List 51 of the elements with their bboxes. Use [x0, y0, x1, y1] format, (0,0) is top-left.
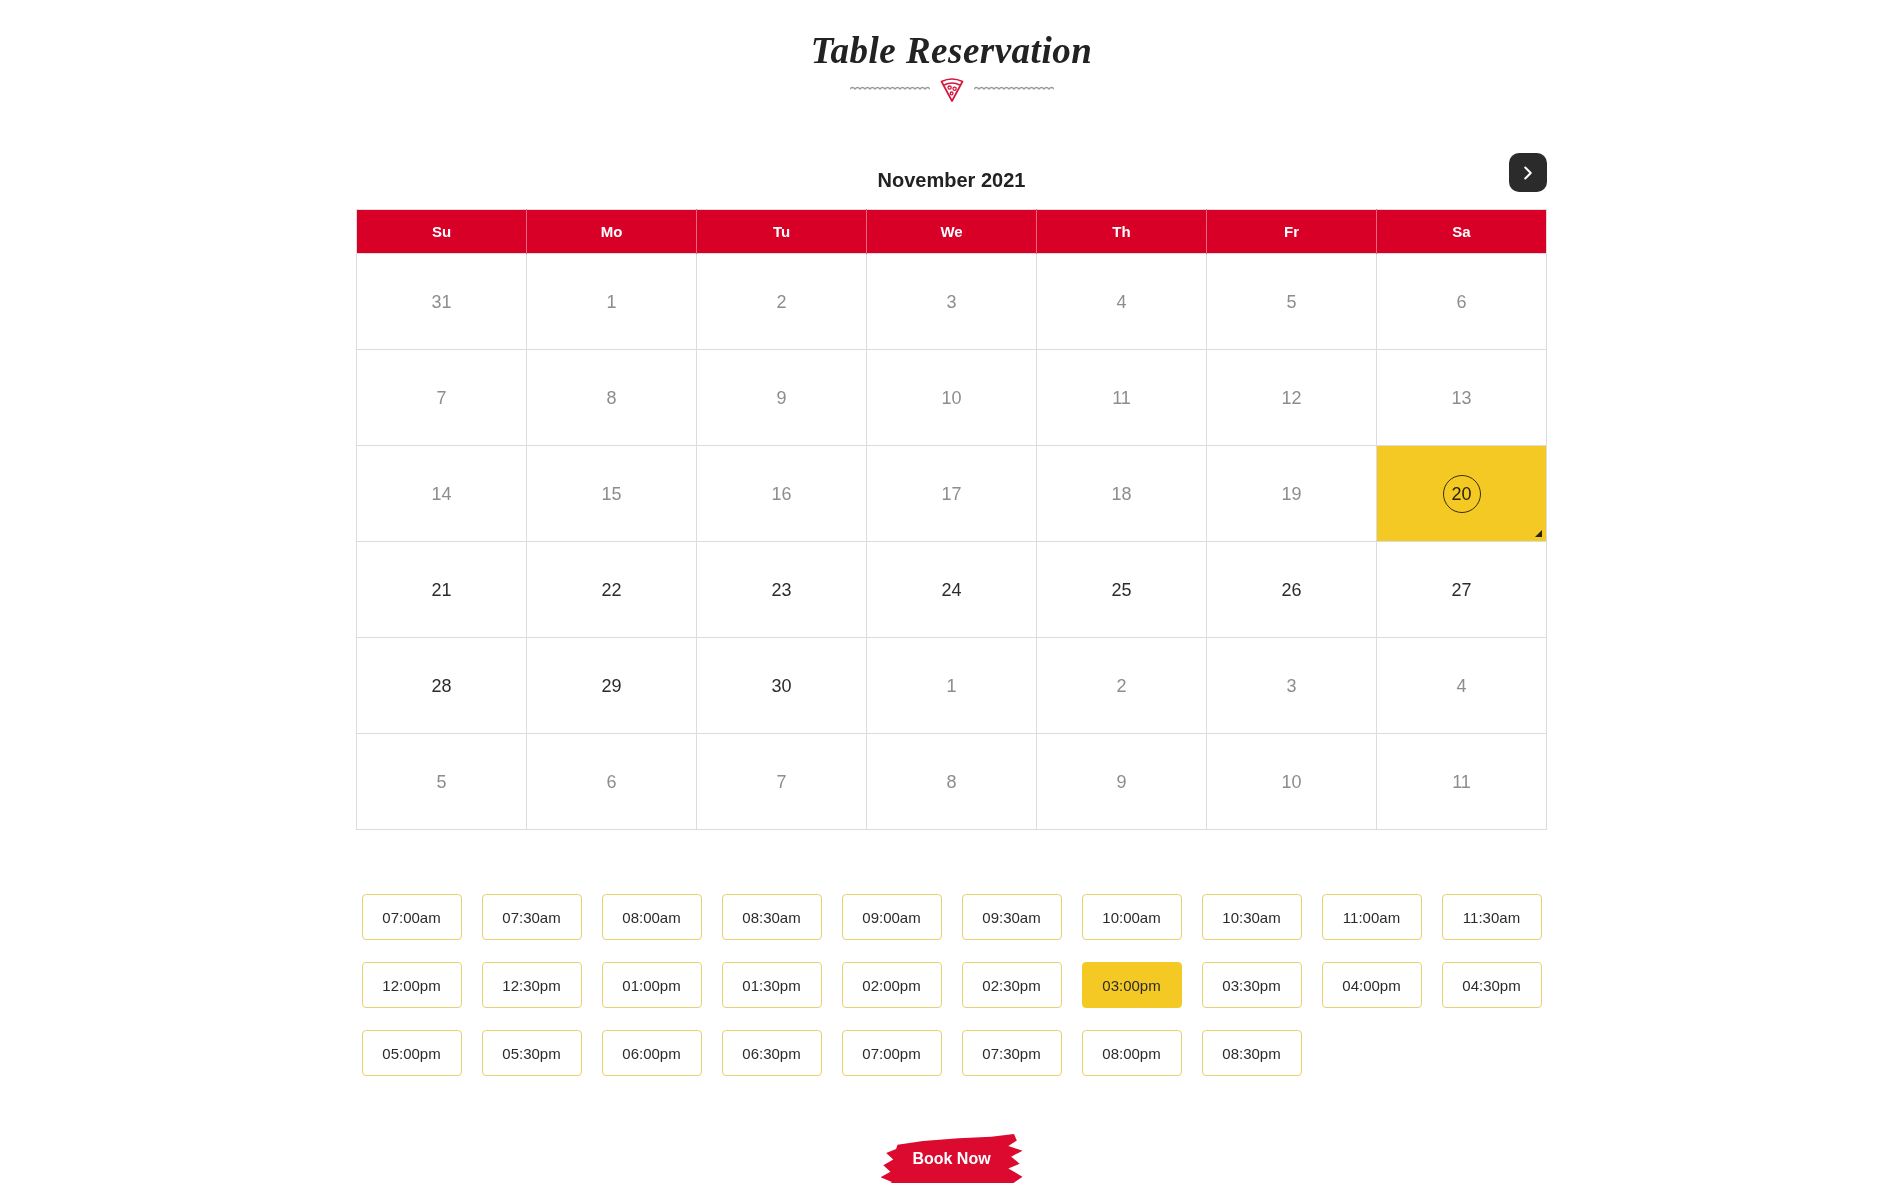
- weekday-header: Tu: [696, 209, 867, 254]
- weekday-header: Mo: [526, 209, 697, 254]
- weekday-header: We: [866, 209, 1037, 254]
- time-slot-button[interactable]: 06:30pm: [721, 1030, 822, 1076]
- time-slot-button[interactable]: 03:30pm: [1201, 962, 1302, 1008]
- weekday-header: Fr: [1206, 209, 1377, 254]
- time-slot-button[interactable]: 07:00am: [361, 894, 462, 940]
- time-slot-button[interactable]: 12:30pm: [481, 962, 582, 1008]
- time-slot-button[interactable]: 05:30pm: [481, 1030, 582, 1076]
- day-number[interactable]: 26: [1281, 578, 1302, 601]
- time-slot-button[interactable]: 05:00pm: [361, 1030, 462, 1076]
- time-slot-button[interactable]: 08:00pm: [1081, 1030, 1182, 1076]
- weekday-header: Sa: [1376, 209, 1547, 254]
- day-number[interactable]: 27: [1451, 578, 1472, 601]
- day-number[interactable]: 29: [601, 674, 622, 697]
- day-number[interactable]: 25: [1111, 578, 1132, 601]
- time-slot-button[interactable]: 08:30pm: [1201, 1030, 1302, 1076]
- time-slot-button[interactable]: 12:00pm: [361, 962, 462, 1008]
- day-number[interactable]: 21: [431, 578, 452, 601]
- time-slot-button[interactable]: 07:00pm: [841, 1030, 942, 1076]
- time-slot-button[interactable]: 01:30pm: [721, 962, 822, 1008]
- time-slot-button[interactable]: 02:00pm: [841, 962, 942, 1008]
- time-slot-button[interactable]: 11:00am: [1321, 894, 1422, 940]
- time-slot-button[interactable]: 10:30am: [1201, 894, 1302, 940]
- day-number[interactable]: 24: [941, 578, 962, 601]
- book-now-button[interactable]: Book Now: [880, 1134, 1023, 1183]
- time-slot-button[interactable]: 08:00am: [601, 894, 702, 940]
- day-number[interactable]: 22: [601, 578, 622, 601]
- time-slot-button[interactable]: 10:00am: [1081, 894, 1182, 940]
- time-slot-button[interactable]: 11:30am: [1441, 894, 1542, 940]
- time-slot-button[interactable]: 02:30pm: [961, 962, 1062, 1008]
- next-month-button[interactable]: [1509, 153, 1547, 192]
- weekday-header: Th: [1036, 209, 1207, 254]
- time-slot-button[interactable]: 01:00pm: [601, 962, 702, 1008]
- weekday-header: Su: [356, 209, 527, 254]
- time-slot-button[interactable]: 07:30pm: [961, 1030, 1062, 1076]
- page-title: Table Reservation: [810, 29, 1093, 73]
- time-slot-button[interactable]: 09:30am: [961, 894, 1062, 940]
- day-number[interactable]: 30: [771, 674, 792, 697]
- day-number[interactable]: 28: [431, 674, 452, 697]
- time-slot-button[interactable]: 04:00pm: [1321, 962, 1422, 1008]
- time-slot-button[interactable]: 03:00pm: [1081, 962, 1182, 1008]
- day-number[interactable]: 23: [771, 578, 792, 601]
- corner-triangle-icon: [1535, 530, 1542, 537]
- time-slot-button[interactable]: 06:00pm: [601, 1030, 702, 1076]
- month-title: November 2021: [877, 168, 1026, 192]
- time-slot-button[interactable]: 08:30am: [721, 894, 822, 940]
- pizza-slice-icon: [939, 76, 964, 102]
- time-slot-button[interactable]: 09:00am: [841, 894, 942, 940]
- time-slot-button[interactable]: 04:30pm: [1441, 962, 1542, 1008]
- time-slot-button[interactable]: 07:30am: [481, 894, 582, 940]
